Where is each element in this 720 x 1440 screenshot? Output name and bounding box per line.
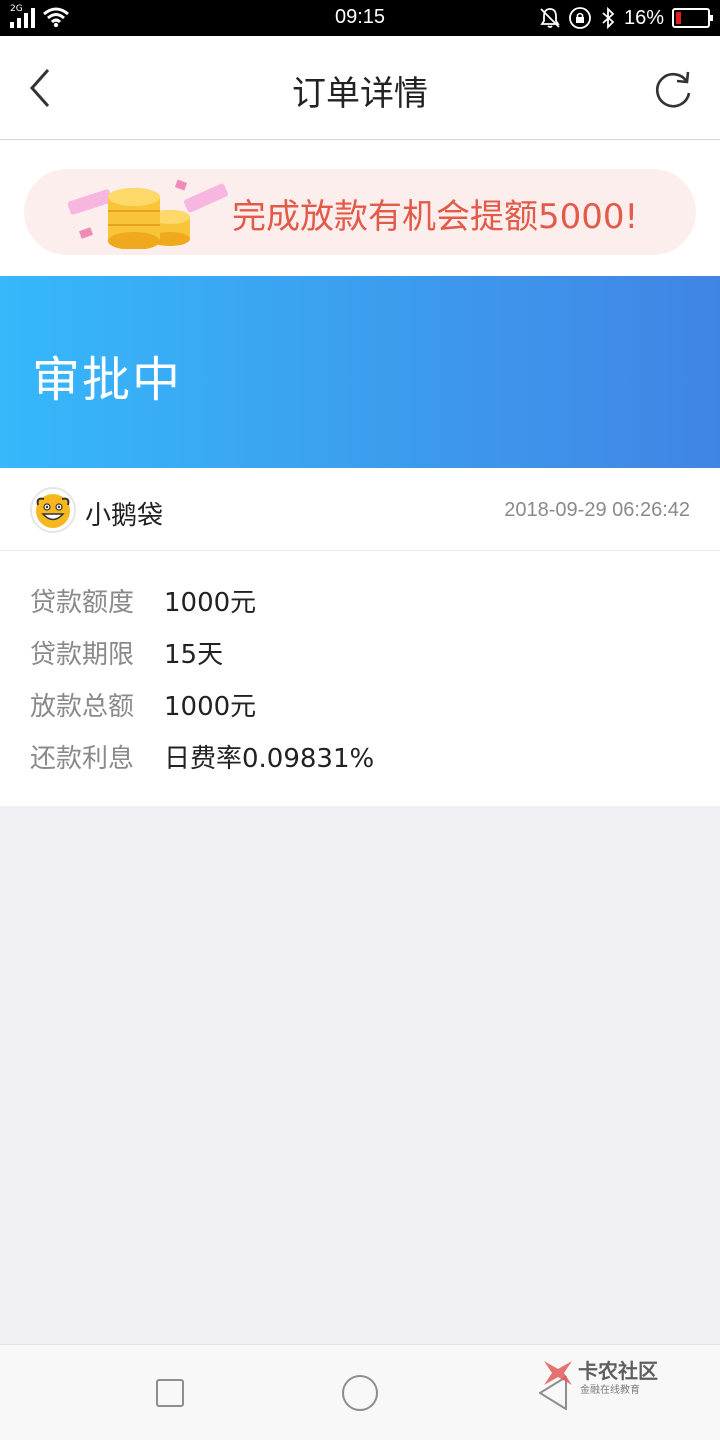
header: 订单详情 — [0, 36, 720, 140]
detail-label: 贷款额度 — [30, 588, 135, 618]
page-title: 订单详情 — [292, 74, 428, 114]
coins-icon — [67, 179, 228, 249]
home-icon[interactable] — [342, 1375, 378, 1411]
battery-level-fill — [676, 12, 681, 24]
detail-row-interest: 还款利息 日费率0.09831% — [30, 738, 690, 778]
status-right: 16% — [540, 5, 713, 31]
approval-status: 审批中 — [32, 352, 183, 408]
recent-apps-icon[interactable] — [156, 1379, 184, 1407]
detail-label: 贷款期限 — [30, 640, 135, 670]
battery-icon — [672, 8, 713, 28]
refresh-button[interactable] — [652, 68, 694, 110]
watermark-logo-icon — [544, 1361, 572, 1385]
order-card: 小鹅袋 2018-09-29 06:26:42 贷款额度 1000元 贷款期限 … — [0, 468, 720, 806]
detail-label: 放款总额 — [30, 692, 135, 722]
promo-banner[interactable]: 完成放款有机会提额5000! — [24, 169, 696, 255]
lender-avatar — [30, 487, 76, 533]
detail-row-loan-term: 贷款期限 15天 — [30, 634, 690, 674]
watermark: 卡农社区 金融在线教育 — [540, 1353, 670, 1403]
detail-value: 1000元 — [164, 588, 257, 618]
watermark-subtitle: 金融在线教育 — [580, 1385, 640, 1396]
status-banner: 审批中 — [0, 276, 720, 468]
status-bar: 2G 09:15 16% — [0, 0, 720, 36]
detail-row-disbursement-total: 放款总额 1000元 — [30, 686, 690, 726]
rotation-lock-icon — [569, 7, 591, 29]
lender-logo-icon — [36, 494, 70, 528]
refresh-icon — [655, 72, 691, 108]
detail-value: 1000元 — [164, 692, 257, 722]
promo-text: 完成放款有机会提额5000! — [232, 197, 639, 237]
system-nav-bar: 卡农社区 金融在线教育 — [0, 1344, 720, 1440]
lender-row: 小鹅袋 2018-09-29 06:26:42 — [0, 468, 720, 551]
promo-section: 完成放款有机会提额5000! — [0, 140, 720, 276]
battery-percent: 16% — [623, 6, 664, 29]
detail-value: 日费率0.09831% — [164, 744, 375, 774]
order-timestamp: 2018-09-29 06:26:42 — [504, 499, 690, 521]
detail-label: 还款利息 — [30, 744, 135, 774]
detail-value: 15天 — [164, 640, 224, 670]
lender-name: 小鹅袋 — [85, 501, 164, 531]
bluetooth-icon — [602, 7, 615, 29]
detail-row-loan-limit: 贷款额度 1000元 — [30, 582, 690, 622]
watermark-title: 卡农社区 — [578, 1359, 658, 1383]
mute-bell-icon — [540, 8, 560, 28]
